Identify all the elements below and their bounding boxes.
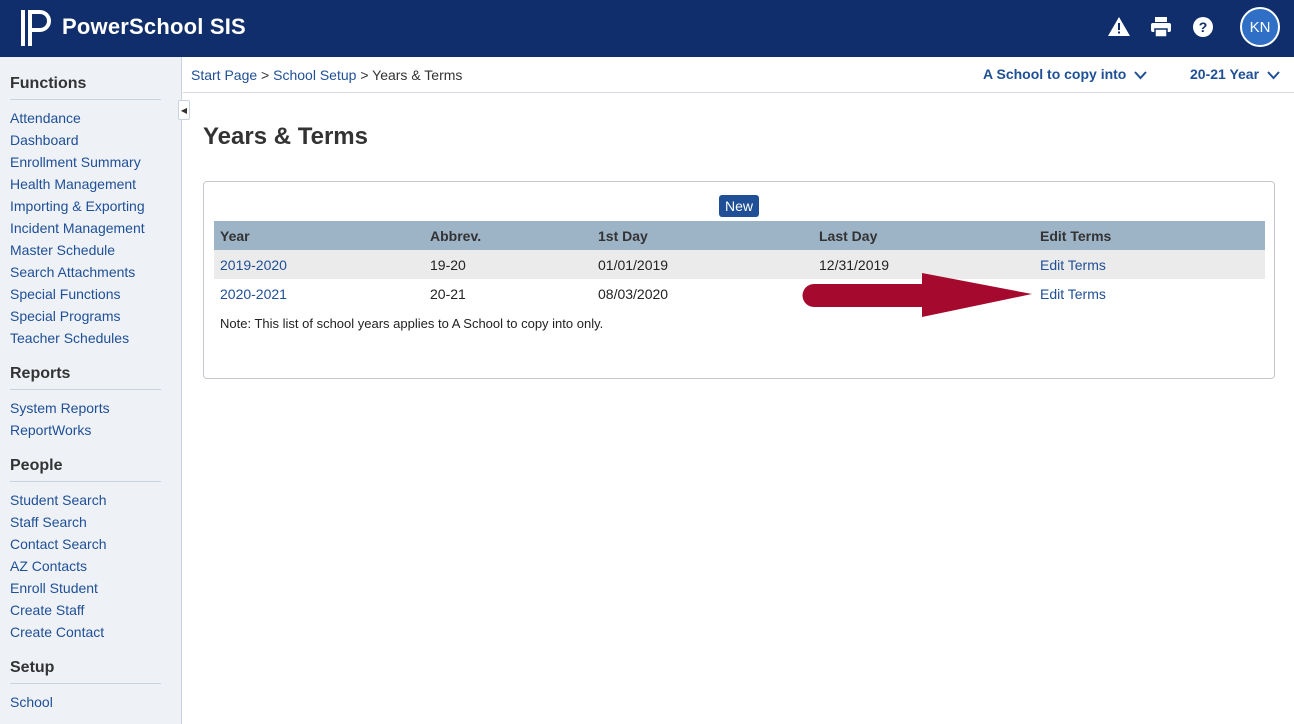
sidebar-item-create-contact[interactable]: Create Contact <box>10 621 171 643</box>
chevron-down-icon <box>1267 71 1280 80</box>
help-icon[interactable]: ? <box>1191 15 1215 39</box>
sidebar-item-search-attachments[interactable]: Search Attachments <box>10 261 171 283</box>
column-header-first-day: 1st Day <box>592 221 813 250</box>
sidebar-item-contact-search[interactable]: Contact Search <box>10 533 171 555</box>
sidebar-item-incident-management[interactable]: Incident Management <box>10 217 171 239</box>
edit-terms-link[interactable]: Edit Terms <box>1040 286 1106 302</box>
table-row: 2020-2021 20-21 08/03/2020 Edit Terms <box>214 279 1265 308</box>
year-selector-label: 20-21 Year <box>1190 66 1260 82</box>
table-header-row: Year Abbrev. 1st Day Last Day Edit Terms <box>214 221 1265 250</box>
sidebar-item-importing-exporting[interactable]: Importing & Exporting <box>10 195 171 217</box>
column-header-edit-terms: Edit Terms <box>1034 221 1265 250</box>
sidebar-item-enrollment-summary[interactable]: Enrollment Summary <box>10 151 171 173</box>
sidebar-item-az-contacts[interactable]: AZ Contacts <box>10 555 171 577</box>
sidebar-item-create-staff[interactable]: Create Staff <box>10 599 171 621</box>
breadcrumb-bar: Start Page > School Setup > Years & Term… <box>183 57 1294 93</box>
years-terms-panel: New Year Abbrev. 1st Day Last Day Edit T… <box>203 181 1275 379</box>
sidebar-item-special-programs[interactable]: Special Programs <box>10 305 171 327</box>
breadcrumb-start-page[interactable]: Start Page <box>191 67 257 83</box>
first-day-cell: 01/01/2019 <box>592 250 813 279</box>
user-avatar[interactable]: KN <box>1240 7 1280 47</box>
sidebar-heading: Functions <box>10 75 161 100</box>
annotation-arrow-icon <box>802 273 1032 317</box>
breadcrumb-separator: > <box>261 67 270 83</box>
column-header-year: Year <box>214 221 424 250</box>
sidebar: Functions Attendance Dashboard Enrollmen… <box>0 57 182 724</box>
caret-left-icon: ◀ <box>180 105 188 115</box>
sidebar-item-system-reports[interactable]: System Reports <box>10 397 171 419</box>
svg-text:?: ? <box>1199 19 1208 35</box>
column-header-abbrev: Abbrev. <box>424 221 592 250</box>
sidebar-item-special-functions[interactable]: Special Functions <box>10 283 171 305</box>
page-title: Years & Terms <box>203 123 368 150</box>
year-selector[interactable]: 20-21 Year <box>1190 66 1280 82</box>
sidebar-item-attendance[interactable]: Attendance <box>10 107 171 129</box>
sidebar-heading: People <box>10 457 161 482</box>
school-selector[interactable]: A School to copy into <box>983 66 1148 82</box>
column-header-last-day: Last Day <box>813 221 1034 250</box>
breadcrumb-school-setup[interactable]: School Setup <box>273 67 356 83</box>
new-year-button[interactable]: New <box>719 195 760 217</box>
school-years-note: Note: This list of school years applies … <box>220 316 604 331</box>
abbrev-cell: 19-20 <box>424 250 592 279</box>
sidebar-item-dashboard[interactable]: Dashboard <box>10 129 171 151</box>
top-bar: PowerSchool SIS ? KN <box>0 0 1294 57</box>
table-row: 2019-2020 19-20 01/01/2019 12/31/2019 Ed… <box>214 250 1265 279</box>
sidebar-item-school[interactable]: School <box>10 691 171 713</box>
chevron-down-icon <box>1134 71 1148 80</box>
sidebar-section-setup: Setup School <box>0 659 181 713</box>
print-icon[interactable] <box>1149 15 1173 39</box>
sidebar-section-people: People Student Search Staff Search Conta… <box>0 457 181 643</box>
first-day-cell: 08/03/2020 <box>598 285 669 302</box>
sidebar-heading: Setup <box>10 659 161 684</box>
alert-icon[interactable] <box>1107 15 1131 39</box>
sidebar-heading: Reports <box>10 365 161 390</box>
sidebar-item-reportworks[interactable]: ReportWorks <box>10 419 171 441</box>
powerschool-logo-icon[interactable] <box>20 9 52 47</box>
sidebar-item-health-management[interactable]: Health Management <box>10 173 171 195</box>
sidebar-item-student-search[interactable]: Student Search <box>10 489 171 511</box>
sidebar-item-teacher-schedules[interactable]: Teacher Schedules <box>10 327 171 349</box>
breadcrumb-separator: > <box>360 67 369 83</box>
breadcrumb-current: Years & Terms <box>372 67 463 83</box>
sidebar-section-functions: Functions Attendance Dashboard Enrollmen… <box>0 75 181 349</box>
sidebar-item-staff-search[interactable]: Staff Search <box>10 511 171 533</box>
app-title: PowerSchool SIS <box>62 14 246 39</box>
edit-terms-link[interactable]: Edit Terms <box>1040 257 1106 273</box>
sidebar-section-reports: Reports System Reports ReportWorks <box>0 365 181 441</box>
breadcrumb: Start Page > School Setup > Years & Term… <box>191 67 462 83</box>
years-table: Year Abbrev. 1st Day Last Day Edit Terms… <box>214 221 1265 308</box>
school-selector-label: A School to copy into <box>983 66 1127 82</box>
abbrev-cell: 20-21 <box>430 285 466 302</box>
sidebar-item-master-schedule[interactable]: Master Schedule <box>10 239 171 261</box>
year-link[interactable]: 2020-2021 <box>220 286 287 302</box>
sidebar-item-enroll-student[interactable]: Enroll Student <box>10 577 171 599</box>
sidebar-collapse-button[interactable]: ◀ <box>178 100 190 120</box>
year-link[interactable]: 2019-2020 <box>220 257 287 273</box>
